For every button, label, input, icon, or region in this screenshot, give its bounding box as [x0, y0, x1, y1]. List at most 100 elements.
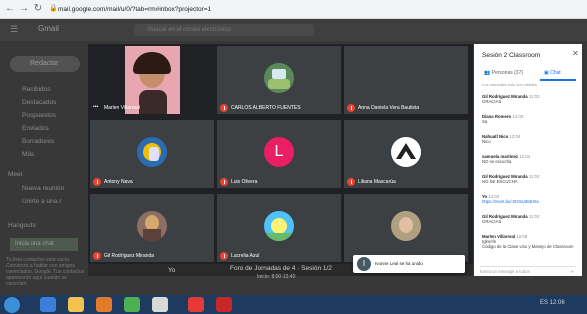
meeting-time: Inicio: 8:00-13:40 [257, 274, 296, 280]
meet-grid: ••• Marlen Villarreal CARLOS ALBERTO FUE… [88, 44, 473, 264]
participant-name: Liliana Mascarúa [358, 179, 396, 185]
message-time: 12:04 [519, 154, 531, 159]
document-icon[interactable] [152, 297, 168, 312]
tab-people-label: Personas (37) [491, 70, 524, 76]
participant-avatar [391, 211, 421, 241]
send-placeholder: Envía un mensaje a todos [480, 269, 530, 274]
hangouts-note: Tu lista contactos está vacía Comienza a… [6, 257, 85, 287]
chat-message: samuela martinez 12:04 NO se escucha [482, 154, 576, 164]
participant-tile[interactable]: Liliana Mascarúa [344, 120, 468, 188]
participant-tile[interactable]: Lucrelia Azul [217, 194, 341, 262]
chat-message: Gil Rodríguez Miranda 12:04 GRACIAS [482, 214, 576, 224]
chat-message: Nahuatl Nico 12:04 Nico [482, 134, 576, 144]
participant-tile[interactable]: L Luis Olivera [217, 120, 341, 188]
participant-tile[interactable] [344, 194, 468, 262]
panel-title: Sesión 2 Classroom [482, 52, 541, 59]
gmail-logo: Gmail [38, 24, 59, 33]
address-bar[interactable]: mail.google.com/mail/u/0/?tab=rm#inbox?p… [58, 4, 538, 15]
ie-icon[interactable] [40, 297, 56, 312]
message-text: GRACIAS [482, 219, 502, 224]
chat-send-input[interactable]: Envía un mensaje a todos ➤ [480, 266, 576, 276]
sidebar-item-starred[interactable]: Destacados [22, 99, 56, 106]
participant-name: CARLOS ALBERTO FUENTES [231, 105, 301, 111]
mic-off-icon [93, 252, 101, 260]
participant-tile[interactable]: Gil Rodríguez Miranda [90, 194, 214, 262]
self-label: Yo [168, 267, 176, 274]
participant-tile[interactable]: Antony Nava [90, 120, 214, 188]
chat-message: Gil Rodríguez Miranda 12:04 NO SE ESCUCH… [482, 174, 576, 184]
message-time: 12:04 [528, 174, 540, 179]
tab-chat-label: Chat [550, 70, 561, 76]
participant-avatar [264, 63, 294, 93]
mic-off-icon [220, 252, 228, 260]
participant-name: Antony Nava [104, 179, 133, 185]
tab-chat[interactable]: ▣ Chat [544, 70, 561, 76]
sidebar-item-inbox[interactable]: Recibidos [22, 86, 51, 93]
join-notification: I Ivonne Leal se ha unido [353, 255, 465, 273]
participant-tile[interactable]: CARLOS ALBERTO FUENTES [217, 46, 341, 114]
lock-icon: 🔒 [49, 5, 58, 12]
message-time: 12:04 [528, 214, 540, 219]
start-chat-button[interactable]: Inicia una chat [10, 238, 78, 251]
screen-icon[interactable] [216, 297, 232, 312]
participant-name: Anna Daniela Vera Bautista [358, 105, 420, 111]
more-options-icon[interactable]: ••• [93, 104, 98, 110]
participant-name: Luis Olivera [231, 179, 258, 185]
participant-avatar [137, 137, 167, 167]
chat-message: Gil Rodríguez Miranda 12:03 GRACIAS [482, 94, 576, 104]
meeting-title: Foro de Jornadas de 4 · Sesión 1/2 [230, 265, 332, 272]
chat-note: Los mensajes solo son visibles [482, 82, 537, 87]
chat-icon: ▣ [544, 70, 549, 76]
folder-icon[interactable] [68, 297, 84, 312]
mic-off-icon [220, 104, 228, 112]
close-icon[interactable]: ✕ [572, 49, 579, 58]
message-text: NO SE ESCUCHA [482, 179, 518, 184]
gmail-icon[interactable] [188, 297, 204, 312]
message-text: Nico [482, 139, 491, 144]
sidebar-item-sent[interactable]: Enviados [22, 125, 49, 132]
participant-name: Gil Rodríguez Miranda [104, 253, 155, 259]
tab-people[interactable]: 👥 Personas (37) [484, 70, 523, 76]
mic-off-icon [347, 178, 355, 186]
message-time: 12:05 [516, 234, 528, 239]
participant-tile[interactable]: ••• Marlen Villarreal [90, 46, 214, 114]
chat-message: Yo 12:04 https://meet.be/JXOIa4B4H5s [482, 194, 576, 204]
sidebar-item-drafts[interactable]: Borradores [22, 138, 54, 145]
message-link[interactable]: https://meet.be/JXOIa4B4H5s [482, 199, 576, 204]
chat-panel: Sesión 2 Classroom ✕ 👥 Personas (37) ▣ C… [474, 44, 582, 276]
search-input[interactable]: Buscar en el correo electrónico [134, 24, 314, 36]
new-meeting-link[interactable]: Nueva reunión [22, 185, 64, 192]
participant-video [125, 46, 180, 114]
chrome-icon[interactable] [124, 297, 140, 312]
message-time: 12:03 [528, 94, 540, 99]
sidebar-item-more[interactable]: Más [22, 151, 34, 158]
message-text: NO se escucha [482, 159, 512, 164]
message-time: 12:04 [509, 134, 521, 139]
send-icon[interactable]: ➤ [570, 267, 574, 276]
taskbar [0, 295, 587, 314]
join-meeting-link[interactable]: Unirte a una r [22, 198, 61, 205]
media-player-icon[interactable] [96, 297, 112, 312]
notification-avatar: I [357, 257, 371, 271]
message-text: Código de la Clase Uso y Manejo de Class… [482, 244, 574, 249]
chat-message: Marlen Villarreal 12:05 Iglmnfn Código d… [482, 234, 576, 249]
participant-avatar [391, 137, 421, 167]
compose-button[interactable]: Redactar [10, 56, 80, 72]
windows-start-icon[interactable] [4, 297, 20, 313]
people-icon: 👥 [484, 70, 491, 76]
participant-avatar [264, 211, 294, 241]
system-tray: ES 12:06 [540, 300, 565, 306]
arrow-right-icon[interactable]: → [18, 3, 30, 15]
chat-message: Diana Romero 12:03 Sa [482, 114, 576, 124]
participant-avatar [137, 211, 167, 241]
hangouts-section-header: Hangouts [8, 222, 36, 229]
hamburger-menu-icon[interactable]: ☰ [10, 24, 18, 35]
arrow-left-icon[interactable]: ← [4, 3, 16, 15]
participant-name: Lucrelia Azul [231, 253, 260, 259]
reload-icon[interactable]: ↻ [32, 3, 44, 15]
mic-off-icon [93, 178, 101, 186]
participant-tile[interactable]: Anna Daniela Vera Bautista [344, 46, 468, 114]
sidebar-item-snoozed[interactable]: Pospuestos [22, 112, 56, 119]
participant-avatar: L [264, 137, 294, 167]
active-tab-indicator [540, 79, 576, 81]
